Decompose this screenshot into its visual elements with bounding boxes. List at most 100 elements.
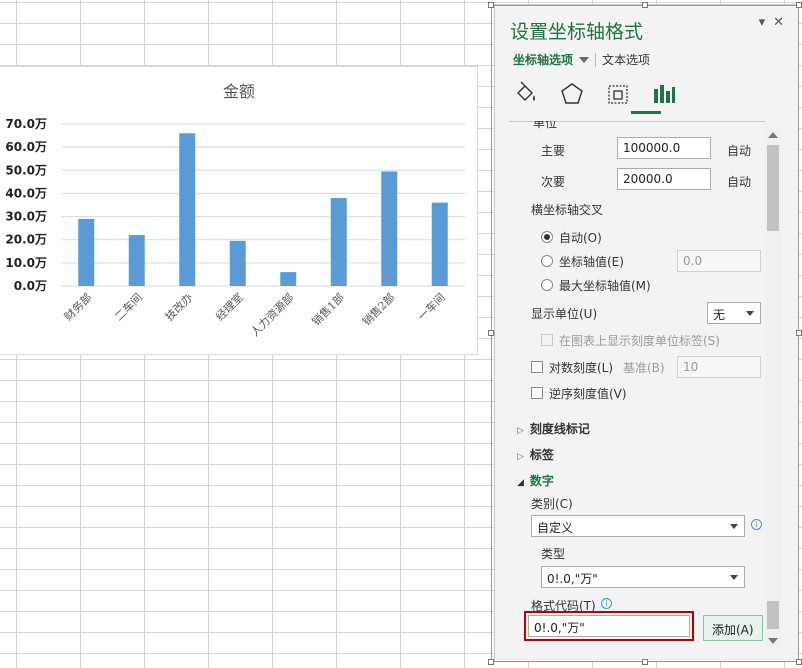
bar[interactable] <box>381 171 398 286</box>
section-labels[interactable]: ▷ 标签 <box>517 446 554 463</box>
minor-unit-input[interactable]: 20000.0 <box>617 168 711 190</box>
chart-area[interactable]: 金额 0.0万 10.0万 20.0万 30.0万 40.0万 50.0万 60.0万 70.… <box>0 66 478 355</box>
tab-axis-options[interactable]: 坐标轴选项 <box>513 51 573 68</box>
y-tick-label: 60.0万 <box>5 140 47 154</box>
x-category-label: 经理室 <box>213 290 246 323</box>
log-scale-label[interactable]: 对数刻度(L) <box>549 359 613 376</box>
resize-handle[interactable] <box>796 659 802 665</box>
resize-handle[interactable] <box>642 659 648 665</box>
x-category-label: 二车间 <box>112 290 145 323</box>
reverse-order-label[interactable]: 逆序刻度值(V) <box>549 385 627 402</box>
scrollbar-track-segment[interactable] <box>767 601 779 629</box>
info-icon[interactable]: i <box>601 598 612 609</box>
cross-auto-radio[interactable] <box>541 231 553 243</box>
expand-icon: ▷ <box>517 452 524 462</box>
tab-separator <box>595 52 597 67</box>
minor-label: 次要 <box>541 175 566 189</box>
major-auto-button[interactable]: 自动 <box>727 142 751 159</box>
cross-value-input[interactable]: 0.0 <box>677 250 761 272</box>
format-axis-pane: 设置坐标轴格式 ▾ ✕ 坐标轴选项 文本选项 单位 主要 100000.0 自动… <box>494 4 799 662</box>
cross-label: 横坐标轴交叉 <box>531 203 604 217</box>
show-units-checkbox[interactable] <box>541 334 553 346</box>
scroll-down-icon[interactable] <box>768 638 778 644</box>
info-icon[interactable]: i <box>751 519 762 530</box>
x-category-label: 技改办 <box>162 290 195 323</box>
fill-line-icon[interactable] <box>513 81 539 107</box>
bar[interactable] <box>179 133 196 286</box>
display-units-select[interactable]: 无 <box>707 302 761 324</box>
base-label: 基准(B) <box>623 361 665 375</box>
size-properties-icon[interactable] <box>605 81 631 107</box>
chevron-down-icon[interactable] <box>579 56 590 63</box>
scroll-up-icon[interactable] <box>768 132 778 138</box>
resize-handle[interactable] <box>488 659 494 665</box>
chevron-down-icon <box>730 524 738 529</box>
type-label: 类型 <box>541 547 566 561</box>
bar[interactable] <box>431 202 448 286</box>
x-category-label: 销售1部 <box>309 290 347 328</box>
bar[interactable] <box>128 235 145 286</box>
type-select[interactable]: 0!.0,"万" <box>541 566 745 588</box>
effects-icon[interactable] <box>559 81 585 107</box>
bar[interactable] <box>280 272 297 286</box>
chevron-down-icon <box>746 311 754 316</box>
resize-handle[interactable] <box>488 2 494 8</box>
chart-title[interactable]: 金额 <box>223 82 255 101</box>
major-unit-input[interactable]: 100000.0 <box>617 137 711 159</box>
section-number[interactable]: ◢ 数字 <box>517 472 554 489</box>
base-input[interactable]: 10 <box>677 356 761 378</box>
minor-auto-button[interactable]: 自动 <box>727 173 751 190</box>
y-tick-label: 50.0万 <box>5 163 47 177</box>
category-value: 自定义 <box>537 521 574 535</box>
section-number-label: 数字 <box>529 474 554 488</box>
tab-text-options[interactable]: 文本选项 <box>602 51 650 68</box>
y-tick-label: 40.0万 <box>5 186 47 200</box>
bar[interactable] <box>78 218 95 286</box>
cross-max-radio[interactable] <box>541 279 553 291</box>
reverse-order-checkbox[interactable] <box>531 387 543 399</box>
major-label: 主要 <box>541 144 566 158</box>
close-icon[interactable]: ✕ <box>773 15 784 30</box>
x-category-label: 销售2部 <box>359 290 397 328</box>
cross-max-label[interactable]: 最大坐标轴值(M) <box>559 277 651 294</box>
active-icon-indicator <box>631 111 661 114</box>
add-button[interactable]: 添加(A) <box>703 615 763 641</box>
x-category-label: 财务部 <box>61 290 94 323</box>
resize-handle[interactable] <box>642 2 648 8</box>
pane-options-chevron-icon[interactable]: ▾ <box>759 15 766 30</box>
chevron-down-icon <box>730 575 738 580</box>
resize-handle[interactable] <box>796 330 802 336</box>
units-section-label: 单位 <box>533 121 557 129</box>
section-tick-marks[interactable]: ▷ 刻度线标记 <box>517 420 590 437</box>
resize-handle[interactable] <box>796 2 802 8</box>
axis-options-icon[interactable] <box>651 81 677 107</box>
x-category-label: 人力资源部 <box>248 290 297 339</box>
format-code-input[interactable]: 0!.0,"万" <box>528 615 690 637</box>
units-section-text: 单位 <box>533 121 558 129</box>
y-tick-label: 0.0万 <box>14 279 47 293</box>
section-labels-label: 标签 <box>529 448 554 462</box>
y-tick-label: 20.0万 <box>5 233 47 247</box>
expand-icon: ▷ <box>517 426 524 436</box>
scrollbar-thumb[interactable] <box>767 145 779 231</box>
cross-value-radio[interactable] <box>541 255 553 267</box>
type-value: 0!.0,"万" <box>547 572 598 586</box>
show-units-label[interactable]: 在图表上显示刻度单位标签(S) <box>559 332 720 349</box>
y-tick-label: 30.0万 <box>5 210 47 224</box>
cross-value-label[interactable]: 坐标轴值(E) <box>559 253 624 270</box>
y-tick-label: 10.0万 <box>5 256 47 270</box>
display-units-label: 显示单位(U) <box>531 307 598 321</box>
bar[interactable] <box>330 198 347 286</box>
x-category-label: 一车间 <box>415 290 448 323</box>
display-units-value: 无 <box>713 308 726 322</box>
cross-auto-label[interactable]: 自动(O) <box>559 229 602 246</box>
bar-chart[interactable]: 金额 0.0万 10.0万 20.0万 30.0万 40.0万 50.0万 60.0万 70.… <box>0 67 479 356</box>
pane-scrollbar[interactable] <box>765 127 781 649</box>
bar[interactable] <box>229 240 246 286</box>
log-scale-checkbox[interactable] <box>531 361 543 373</box>
section-tick-marks-label: 刻度线标记 <box>529 422 590 436</box>
category-select[interactable]: 自定义 <box>531 515 745 537</box>
collapse-icon: ◢ <box>517 478 524 488</box>
resize-handle[interactable] <box>488 330 494 336</box>
category-label: 类别(C) <box>531 497 573 511</box>
